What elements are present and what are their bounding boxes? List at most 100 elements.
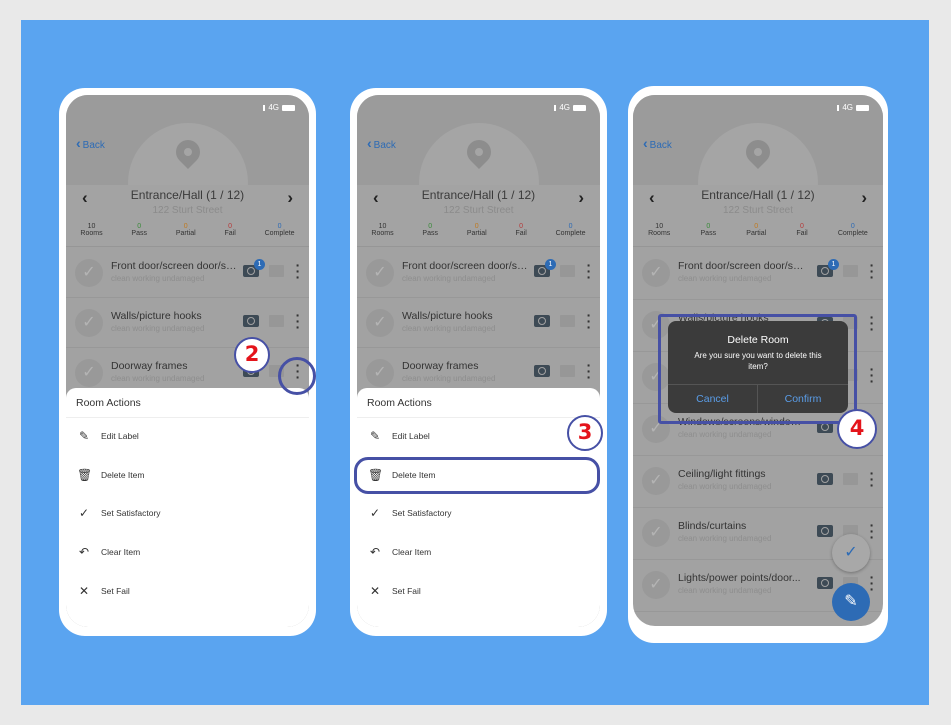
stats-row: 10 Rooms 0 Pass 0 Partial 0 Fail 0 Complete [357, 223, 600, 237]
action-clear-item[interactable]: ↶ Clear Item [357, 538, 600, 568]
checkmark-icon[interactable]: ✓ [75, 309, 103, 337]
action-clear-item[interactable]: ↶ Clear Item [66, 538, 309, 568]
camera-icon[interactable] [534, 315, 550, 327]
highlight-dialog [658, 314, 857, 424]
back-button[interactable]: ‹ Back [367, 135, 396, 151]
step-2-marker: 2 [234, 337, 270, 373]
checkmark-icon[interactable]: ✓ [642, 519, 670, 547]
checkmark-icon[interactable]: ✓ [642, 571, 670, 599]
stat-rooms: 10 Rooms [648, 223, 670, 237]
action-set-fail[interactable]: ✕ Set Fail [66, 577, 309, 607]
step-4-marker: 4 [837, 409, 877, 449]
action-label: Clear Item [101, 547, 141, 558]
action-set-satisfactory[interactable]: ✓ Set Satisfactory [357, 499, 600, 529]
network-label: 4G [842, 103, 853, 112]
back-chevron-icon: ‹ [367, 135, 372, 151]
stat-value: 10 [378, 223, 387, 230]
stat-fail: 0 Fail [515, 223, 526, 237]
prev-room-button[interactable]: ‹ [649, 188, 655, 208]
action-label: Delete Item [101, 469, 145, 480]
more-vert-icon[interactable]: ··· [586, 358, 592, 384]
action-set-fail[interactable]: ✕ Set Fail [357, 577, 600, 607]
list-item[interactable]: ✓ Front door/screen door/se... clean worki… [357, 248, 600, 298]
stats-row: 10 Rooms 0 Pass 0 Partial 0 Fail 0 Complete [633, 223, 883, 237]
comment-icon[interactable] [560, 365, 575, 377]
more-vert-icon[interactable]: ··· [295, 258, 301, 284]
close-icon: ✕ [78, 583, 90, 598]
more-vert-icon[interactable]: ··· [869, 310, 875, 336]
room-summary: Entrance/Hall (1 / 12) 122 Sturt Street ‹ ›… [66, 185, 309, 247]
back-button[interactable]: ‹ Back [643, 135, 672, 151]
stat-partial: 0 Partial [176, 223, 196, 237]
action-edit-label[interactable]: ✎ Edit Label [66, 422, 309, 452]
comment-icon[interactable] [560, 315, 575, 327]
header: 4G ‹ Back [66, 95, 309, 243]
comment-icon[interactable] [843, 265, 858, 277]
prev-room-button[interactable]: ‹ [82, 188, 88, 208]
more-vert-icon[interactable]: ··· [869, 362, 875, 388]
action-set-satisfactory[interactable]: ✓ Set Satisfactory [66, 499, 309, 529]
stat-label: Rooms [371, 230, 394, 237]
back-button[interactable]: ‹ Back [76, 135, 105, 151]
comment-icon[interactable] [269, 265, 284, 277]
highlight-more-button [278, 357, 316, 395]
list-item[interactable]: ✓ Front door/screen door/se... clean worki… [66, 248, 309, 298]
checkmark-icon[interactable]: ✓ [366, 309, 394, 337]
list-item[interactable]: ✓ Walls/picture hooks clean working undama… [357, 298, 600, 348]
item-subtitle: clean working undamaged [402, 374, 496, 383]
prev-room-button[interactable]: ‹ [373, 188, 379, 208]
more-vert-icon[interactable]: ··· [869, 258, 875, 284]
stat-complete: 0 Complete [265, 223, 295, 237]
stat-label: Fail [224, 230, 236, 237]
checkmark-icon[interactable]: ✓ [75, 259, 103, 287]
comment-icon[interactable] [843, 473, 858, 485]
action-delete-item[interactable]: 🗑 Delete Item [66, 461, 309, 491]
comment-icon[interactable] [560, 265, 575, 277]
camera-icon[interactable] [817, 473, 833, 485]
more-vert-icon[interactable]: ··· [869, 570, 875, 596]
checkmark-icon[interactable]: ✓ [366, 259, 394, 287]
complete-fab[interactable]: ✓ [832, 534, 870, 572]
next-room-button[interactable]: › [287, 188, 293, 208]
room-actions-title: Room Actions [76, 397, 141, 409]
battery-icon [856, 104, 869, 111]
pencil-icon: ✎ [78, 429, 90, 443]
stat-value: 0 [428, 223, 433, 230]
trash-icon: 🗑 [77, 467, 93, 482]
list-item[interactable]: ✓ Ceiling/light fittings clean working und… [633, 456, 883, 508]
room-title: Entrance/Hall (1 / 12) [421, 188, 536, 202]
stat-value: 10 [87, 223, 96, 230]
stat-rooms: 10 Rooms [80, 223, 102, 237]
phone-screen-1: 4G ‹ Back Entrance/Hall (1 / 12) 122 Sturt S… [66, 95, 309, 627]
camera-icon[interactable] [817, 525, 833, 537]
checkmark-icon[interactable]: ✓ [75, 359, 103, 387]
checkmark-icon[interactable]: ✓ [642, 259, 670, 287]
checkmark-icon[interactable]: ✓ [366, 359, 394, 387]
check-icon: ✓ [78, 506, 90, 521]
list-item[interactable]: ✓ Walls/picture hooks clean working undama… [66, 298, 309, 348]
item-title: Lights/power points/door... [678, 572, 801, 584]
next-room-button[interactable]: › [578, 188, 584, 208]
back-label: Back [649, 140, 672, 151]
more-vert-icon[interactable]: ··· [295, 308, 301, 334]
camera-icon[interactable] [534, 365, 550, 377]
edit-fab[interactable]: ✎ [832, 583, 870, 621]
room-address: 122 Sturt Street [443, 205, 514, 216]
list-item[interactable]: ✓ Front door/screen door/se... clean worki… [633, 248, 883, 300]
next-room-button[interactable]: › [861, 188, 867, 208]
stat-label: Pass [700, 230, 717, 237]
more-vert-icon[interactable]: ··· [586, 308, 592, 334]
more-vert-icon[interactable]: ··· [869, 518, 875, 544]
more-vert-icon[interactable]: ··· [869, 466, 875, 492]
stat-label: Pass [131, 230, 147, 237]
more-vert-icon[interactable]: ··· [586, 258, 592, 284]
stat-fail: 0 Fail [796, 223, 807, 237]
camera-icon[interactable] [243, 315, 259, 327]
undo-icon: ↶ [78, 545, 90, 560]
comment-icon[interactable] [269, 315, 284, 327]
action-edit-label[interactable]: ✎ Edit Label [357, 422, 600, 452]
back-label: Back [373, 140, 396, 151]
camera-icon[interactable] [817, 577, 833, 589]
stat-rooms: 10 Rooms [371, 223, 393, 237]
checkmark-icon[interactable]: ✓ [642, 467, 670, 495]
